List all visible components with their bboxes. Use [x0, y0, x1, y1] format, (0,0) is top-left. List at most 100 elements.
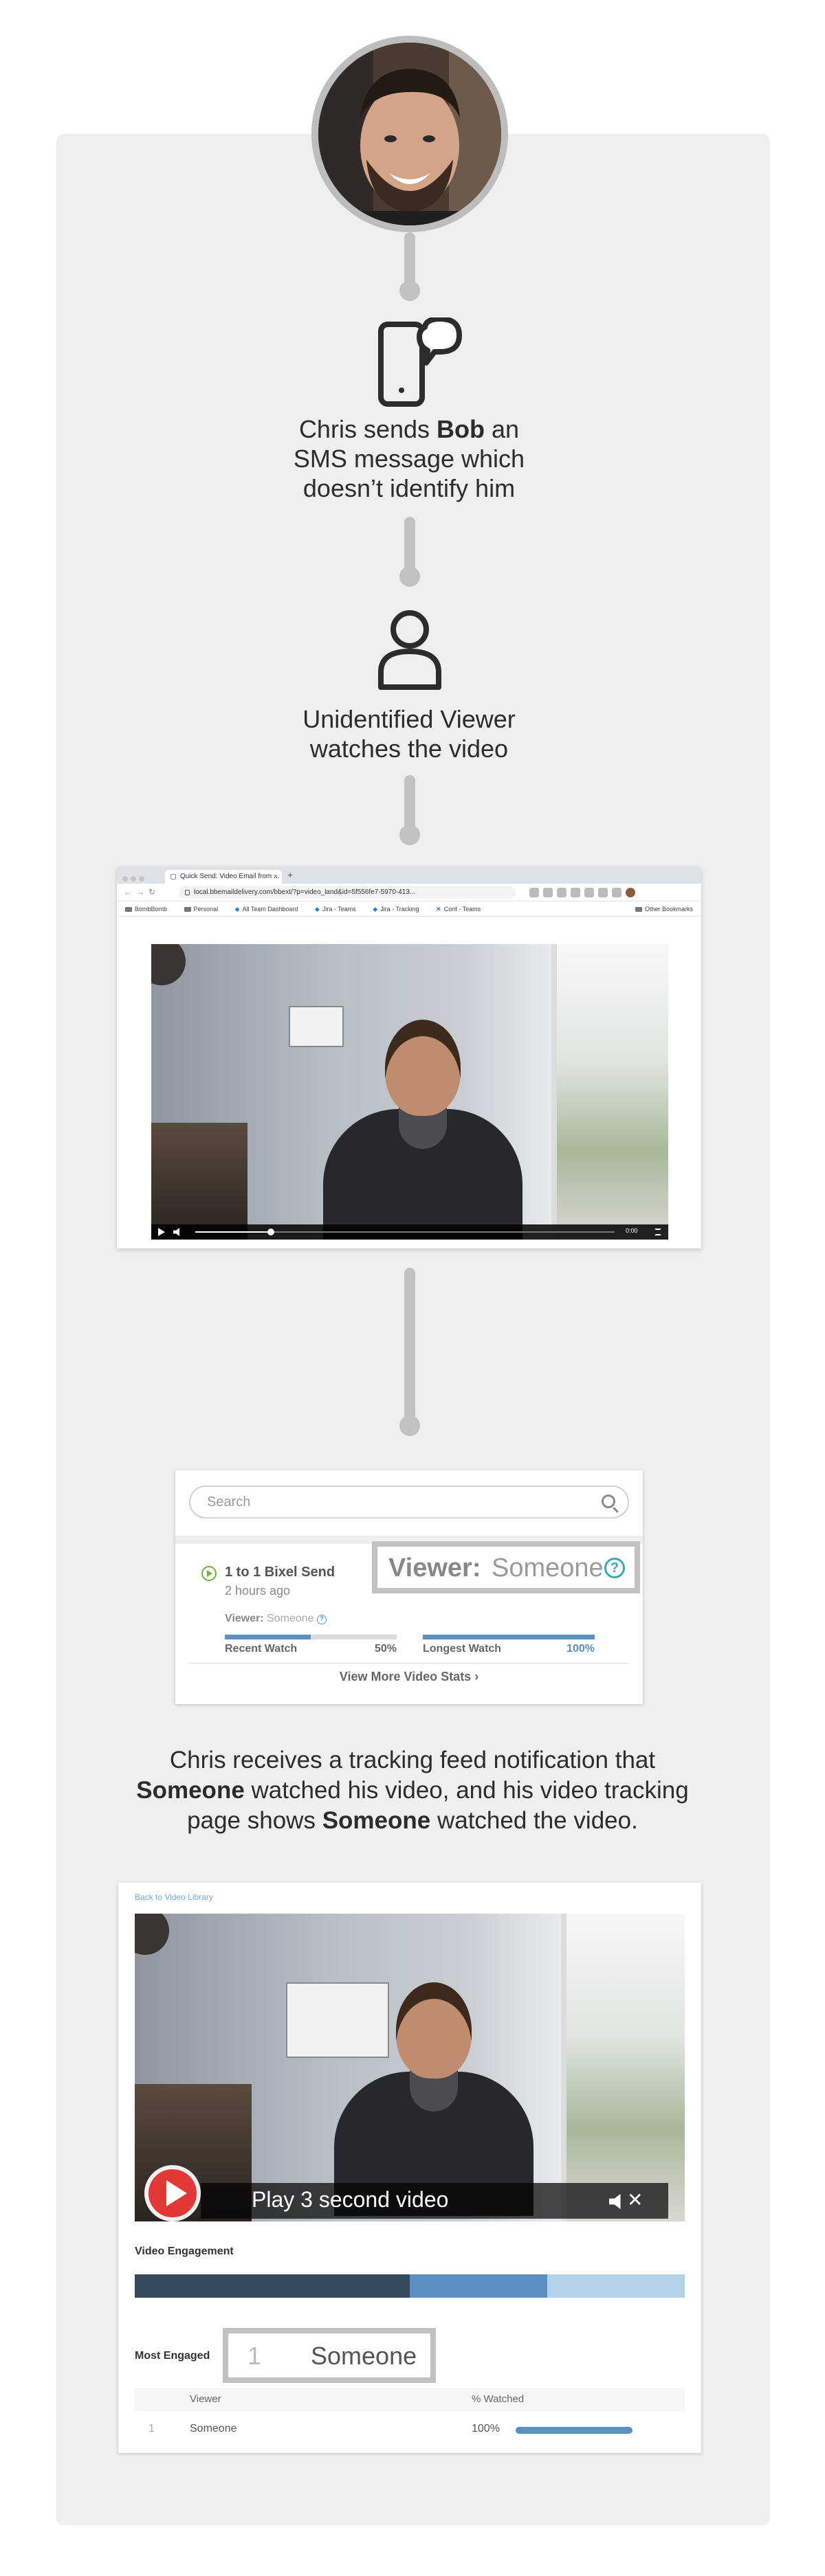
engagement-bar — [135, 2274, 685, 2298]
connector-line-2 — [404, 517, 415, 573]
bookmark-jira-tracking[interactable]: Jira - Tracking — [373, 906, 419, 912]
longest-watch-bar — [423, 1635, 595, 1639]
wall-clock-icon — [151, 944, 186, 985]
play-overlay-text: Play 3 second video — [252, 2187, 449, 2212]
view-more-stats-link[interactable]: View More Video Stats › — [175, 1670, 643, 1684]
connector-dot-1 — [399, 280, 420, 301]
search-input[interactable] — [207, 1487, 592, 1517]
viewer-callout: Viewer: Someone ? — [372, 1541, 640, 1593]
browser-address-bar: ←→↻ local.bbemaildelivery.com/bbext/?p=v… — [117, 884, 701, 901]
browser-window: Quick Send: Video Email from ... × + ←→↻… — [117, 867, 701, 1248]
col-viewer: Viewer — [190, 2393, 221, 2405]
sms-caption-text-1: Chris sends — [298, 415, 437, 443]
longest-watch-label: Longest Watch — [423, 1643, 502, 1655]
browser-tab-bar: Quick Send: Video Email from ... × + — [117, 867, 701, 884]
engagement-segment — [547, 2274, 685, 2298]
notify-caption-line-3b: watched the video. — [430, 1807, 638, 1834]
engagement-table-header: Viewer % Watched — [135, 2388, 685, 2411]
notify-caption-line-3a: page shows — [187, 1807, 322, 1834]
bookmark-all-team-dashboard[interactable]: All Team Dashboard — [235, 906, 298, 912]
phone-message-icon — [378, 317, 462, 407]
volume-icon[interactable] — [173, 1228, 179, 1236]
person-icon — [378, 610, 441, 690]
connector-dot-4 — [399, 1415, 420, 1436]
search-icon[interactable] — [602, 1494, 615, 1508]
recent-watch-fill — [225, 1635, 311, 1639]
engagement-title: Video Engagement — [135, 2245, 234, 2257]
extension-icon[interactable] — [584, 888, 594, 897]
browser-extensions[interactable] — [529, 888, 639, 901]
wall-clock-icon — [135, 1914, 169, 1955]
video-controls: 0:00 — [151, 1224, 668, 1240]
notify-caption-line-2: watched his video, and his video trackin… — [244, 1777, 689, 1804]
callout-name: Someone — [311, 2342, 417, 2370]
red-play-icon[interactable] — [144, 2165, 201, 2221]
bookmark-bombbomb[interactable]: BombBomb — [125, 906, 167, 912]
sms-caption-bold-bob: Bob — [437, 415, 485, 443]
sms-step-caption: Chris sends Bob an SMS message which doe… — [272, 414, 547, 503]
row-rank: 1 — [148, 2423, 155, 2434]
back-to-library-link[interactable]: Back to Video Library — [135, 1892, 213, 1902]
video-frame — [151, 944, 668, 1240]
notify-caption-bold-someone-2: Someone — [322, 1807, 431, 1834]
help-icon[interactable]: ? — [317, 1615, 327, 1624]
connector-line-4 — [404, 1268, 415, 1422]
viewer-label: Viewer: — [225, 1613, 264, 1624]
bookmarks-bar: BombBomb Personal All Team Dashboard Jir… — [117, 901, 701, 917]
search-box — [189, 1486, 629, 1519]
tab-close-icon[interactable]: × — [274, 870, 278, 884]
longest-watch-value: 100% — [566, 1643, 595, 1655]
feed-item-time: 2 hours ago — [225, 1584, 291, 1598]
engagement-segment — [410, 2274, 547, 2298]
tracking-feed-card: 1 to 1 Bixel Send 2 hours ago Viewer: So… — [175, 1470, 643, 1704]
table-row[interactable]: 1 Someone 100% — [135, 2417, 685, 2442]
video-progress-knob[interactable] — [267, 1229, 274, 1235]
viewer-value: Someone — [267, 1613, 314, 1624]
viewer-step-caption: Unidentified Viewer watches the video — [302, 705, 516, 763]
tab-favicon-icon — [170, 874, 176, 880]
tracking-video-player[interactable]: Play 3 second video ✕ — [135, 1914, 685, 2221]
video-tracking-page: Back to Video Library Play 3 second vide… — [118, 1883, 701, 2453]
play-circle-icon — [201, 1566, 217, 1581]
play-overlay[interactable]: Play 3 second video ✕ — [135, 2160, 685, 2221]
url-field[interactable]: local.bbemaildelivery.com/bbext/?p=video… — [179, 886, 516, 899]
extension-icon[interactable] — [529, 888, 539, 897]
browser-nav-icons[interactable]: ←→↻ — [124, 887, 160, 897]
notification-caption: Chris receives a tracking feed notificat… — [96, 1745, 729, 1836]
connector-dot-2 — [399, 566, 420, 587]
window — [551, 944, 668, 1240]
video-progress-track[interactable] — [195, 1229, 615, 1235]
extension-icon[interactable] — [598, 888, 608, 897]
callout-rank: 1 — [248, 2342, 262, 2370]
col-watched: % Watched — [472, 2393, 525, 2405]
notify-caption-bold-someone-1: Someone — [136, 1777, 245, 1804]
extension-icon[interactable] — [543, 888, 553, 897]
extension-icon[interactable] — [612, 888, 622, 897]
connector-line-3 — [404, 775, 415, 831]
new-tab-button[interactable]: + — [287, 869, 293, 880]
play-icon[interactable] — [158, 1228, 165, 1236]
bookmark-jira-teams[interactable]: Jira - Teams — [315, 906, 356, 912]
longest-watch-fill — [423, 1635, 595, 1639]
callout-help-icon[interactable]: ? — [604, 1558, 625, 1578]
fullscreen-icon[interactable] — [654, 1229, 661, 1235]
browser-tab[interactable]: Quick Send: Video Email from ... × — [165, 870, 282, 884]
connector-dot-3 — [399, 825, 420, 845]
feed-item-viewer: Viewer: Someone ? — [225, 1613, 327, 1625]
video-player[interactable]: 0:00 — [151, 944, 668, 1240]
divider — [189, 1663, 629, 1664]
video-time: 0:00 — [626, 1227, 638, 1234]
feed-item-title: 1 to 1 Bixel Send — [225, 1565, 336, 1580]
url-text: local.bbemaildelivery.com/bbext/?p=video… — [194, 888, 416, 896]
video-progress-fill — [195, 1231, 271, 1233]
row-watched-value: 100% — [472, 2423, 500, 2434]
bookmark-personal[interactable]: Personal — [184, 906, 219, 912]
extension-icon[interactable] — [571, 888, 580, 897]
callout-viewer-label: Viewer: — [388, 1554, 481, 1582]
row-watched-bar — [516, 2427, 632, 2434]
lock-icon — [185, 890, 190, 895]
other-bookmarks[interactable]: Other Bookmarks — [635, 901, 693, 917]
bookmark-conf-teams[interactable]: Conf - Teams — [436, 906, 481, 912]
extension-icon[interactable] — [557, 888, 566, 897]
profile-avatar-icon[interactable] — [626, 888, 635, 897]
